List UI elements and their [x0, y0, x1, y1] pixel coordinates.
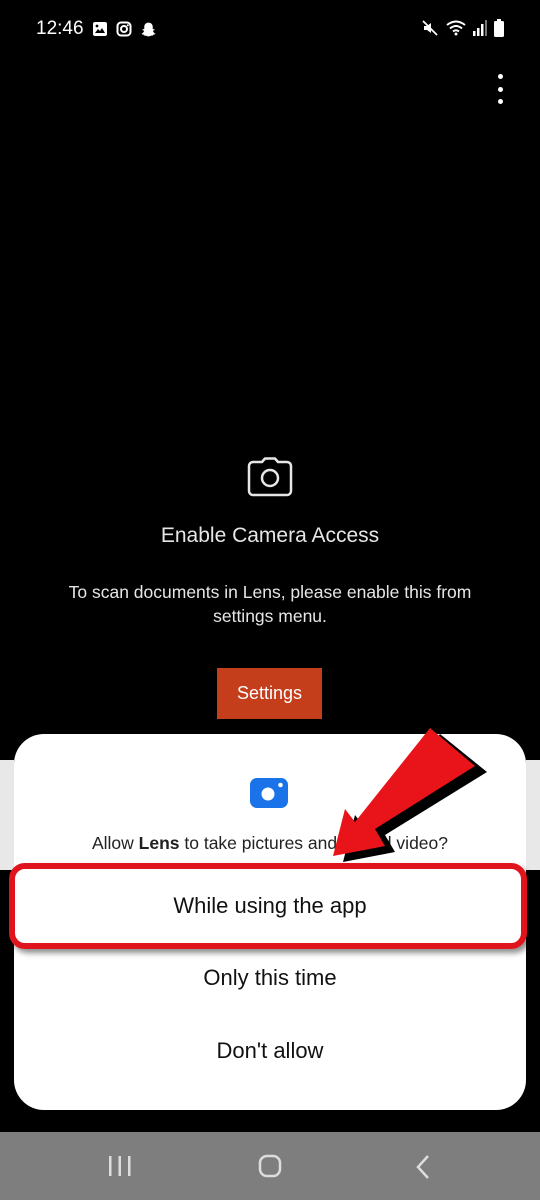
navigation-bar — [0, 1132, 540, 1200]
status-left-icons — [91, 20, 157, 38]
more-options-icon[interactable] — [490, 74, 510, 104]
camera-permission-icon — [250, 778, 288, 808]
background-strip-right — [526, 760, 540, 870]
status-time: 12:46 — [36, 18, 84, 39]
status-right-icons — [421, 19, 504, 42]
enable-camera-title: Enable Camera Access — [160, 524, 380, 547]
battery-icon — [494, 19, 504, 42]
enable-camera-description: To scan documents in Lens, please enable… — [68, 582, 472, 626]
gallery-icon — [91, 20, 109, 38]
status-bar: 12:46 — [0, 0, 540, 60]
back-icon[interactable] — [414, 1154, 434, 1185]
camera-icon — [247, 457, 293, 502]
dont-allow-button[interactable]: Don't allow — [14, 1026, 526, 1076]
only-this-time-button[interactable]: Only this time — [14, 953, 526, 1003]
snapchat-icon — [139, 20, 157, 38]
signal-icon — [473, 20, 487, 41]
wifi-icon — [446, 20, 466, 41]
instagram-icon — [115, 20, 133, 38]
highlight-box — [9, 863, 527, 949]
home-icon[interactable] — [258, 1154, 284, 1183]
recents-icon[interactable] — [106, 1154, 134, 1183]
settings-button[interactable]: Settings — [217, 668, 322, 719]
screen: 12:46 Enable Camera Access To scan docum… — [0, 0, 540, 1200]
background-strip-left — [0, 760, 14, 870]
app-name: Lens — [138, 833, 180, 853]
mute-icon — [421, 19, 439, 42]
red-arrow-icon — [325, 722, 490, 867]
